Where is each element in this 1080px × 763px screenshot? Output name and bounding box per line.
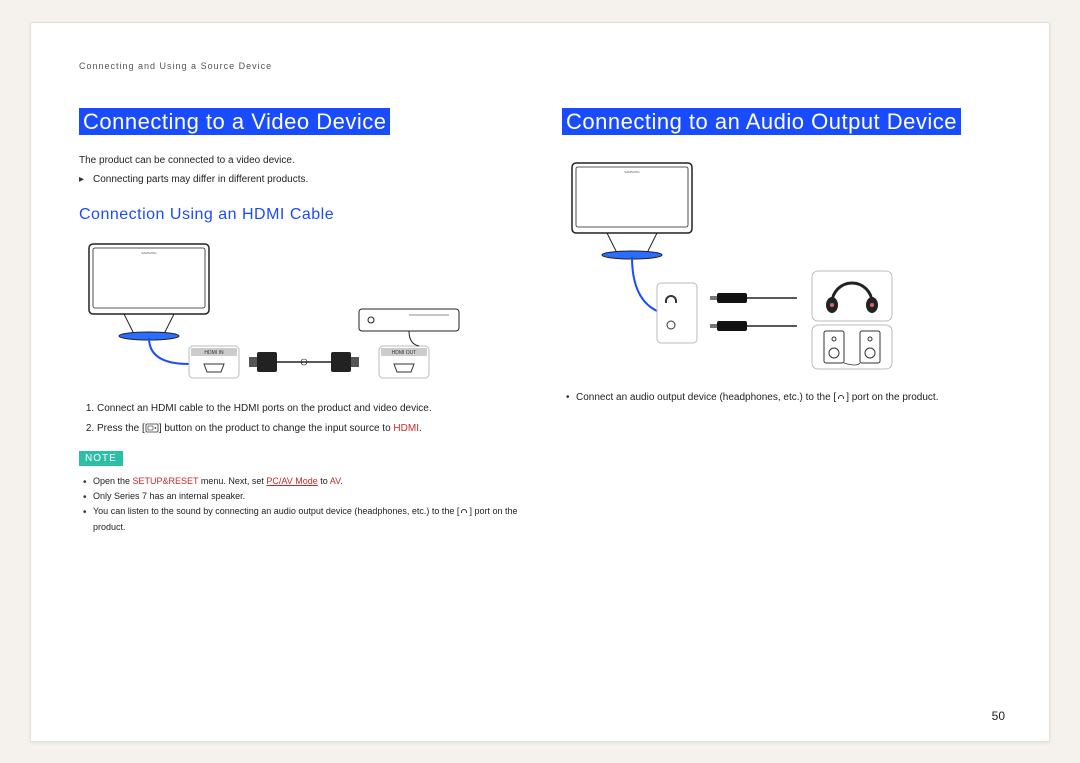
hdmi-in-label: HDMI IN <box>204 350 224 356</box>
left-column: Connecting to a Video Device The product… <box>79 107 522 539</box>
two-column-layout: Connecting to a Video Device The product… <box>79 107 1005 539</box>
intro-paragraph: The product can be connected to a video … <box>79 153 522 168</box>
page-number: 50 <box>992 709 1005 723</box>
section-heading-audio: Connecting to an Audio Output Device <box>562 108 961 135</box>
note-item-2: Only Series 7 has an internal speaker. <box>79 489 522 504</box>
note-badge: NOTE <box>79 451 123 466</box>
breadcrumb: Connecting and Using a Source Device <box>79 61 1005 71</box>
step-1: Connect an HDMI cable to the HDMI ports … <box>97 401 522 417</box>
audio-connection-diagram: SAMSUNG <box>562 153 1005 378</box>
source-button-icon <box>145 423 159 434</box>
svg-text:SAMSUNG: SAMSUNG <box>141 251 157 255</box>
manual-page: Connecting and Using a Source Device Con… <box>30 22 1050 742</box>
note-item-1: Open the SETUP&RESET menu. Next, set PC/… <box>79 474 522 489</box>
intro-bullets: Connecting parts may differ in different… <box>79 172 522 188</box>
headphone-port-icon <box>459 506 469 516</box>
headphone-port-icon <box>836 392 846 403</box>
audio-bullet-item: Connect an audio output device (headphon… <box>562 390 1005 406</box>
right-column: Connecting to an Audio Output Device SAM… <box>562 107 1005 539</box>
section-heading-video: Connecting to a Video Device <box>79 108 390 135</box>
subsection-heading-hdmi: Connection Using an HDMI Cable <box>79 206 522 224</box>
hdmi-connection-diagram: SAMSUNG HDMI IN <box>79 234 522 389</box>
hdmi-steps: Connect an HDMI cable to the HDMI ports … <box>79 401 522 437</box>
hdmi-out-label: HDMI OUT <box>392 350 417 356</box>
intro-bullet-item: Connecting parts may differ in different… <box>79 172 522 188</box>
audio-bullets: Connect an audio output device (headphon… <box>562 390 1005 406</box>
step-2: Press the [] button on the product to ch… <box>97 421 522 437</box>
hdmi-red-text: HDMI <box>393 423 419 434</box>
svg-text:SAMSUNG: SAMSUNG <box>624 170 640 174</box>
note-item-3: You can listen to the sound by connectin… <box>79 504 522 535</box>
note-bullets: Open the SETUP&RESET menu. Next, set PC/… <box>79 474 522 535</box>
